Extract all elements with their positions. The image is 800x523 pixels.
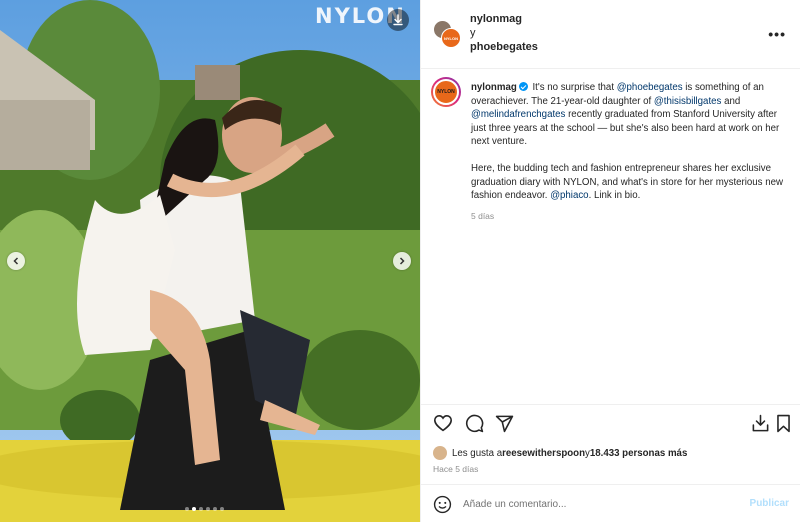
bookmark-button[interactable] [775, 414, 792, 438]
mention-link[interactable]: @phiaco [550, 190, 588, 201]
post-timestamp[interactable]: Hace 5 días [433, 464, 478, 474]
nylon-avatar: NYLON [441, 28, 461, 48]
likes-prefix: Les gusta a [452, 447, 503, 459]
more-options-icon[interactable]: ••• [768, 26, 786, 42]
caption-avatar[interactable]: NYLON [431, 77, 461, 107]
caption-text-segment: It's no surprise that [532, 82, 617, 93]
share-button[interactable] [495, 414, 514, 438]
coauthor-username[interactable]: phoebegates [470, 41, 538, 53]
caption-timestamp[interactable]: 5 días [471, 211, 494, 221]
photo-scene [0, 0, 420, 522]
verified-badge-icon [518, 82, 528, 91]
comment-input[interactable] [463, 495, 733, 513]
emoji-button[interactable] [433, 495, 452, 519]
post-side-panel: NYLON nylonmag y phoebegates ••• NYLON n… [420, 0, 800, 522]
carousel-dot [199, 507, 203, 511]
carousel-dot [206, 507, 210, 511]
like-button[interactable] [433, 414, 453, 437]
comment-bar: Publicar [421, 484, 800, 523]
emoji-icon [433, 495, 452, 514]
carousel-dot [192, 507, 196, 511]
heart-icon [433, 414, 453, 432]
carousel-dot [220, 507, 224, 511]
avatar-logo-text: NYLON [444, 35, 458, 41]
likes-count[interactable]: 18.433 personas más [590, 448, 687, 459]
carousel-next-button[interactable] [393, 252, 411, 270]
caption-area: NYLON nylonmag It's no surprise that @ph… [421, 69, 800, 405]
save-to-device-button[interactable] [751, 414, 770, 438]
post-header: NYLON nylonmag y phoebegates ••• [421, 0, 800, 69]
download-icon[interactable] [387, 9, 409, 31]
caption-text: nylonmag It's no surprise that @phoebega… [471, 81, 791, 216]
carousel-dot [213, 507, 217, 511]
share-icon [495, 415, 514, 433]
nylon-logo: NYLON [433, 79, 459, 105]
comment-icon [465, 414, 484, 433]
likes-summary: Les gusta a reesewitherspoon y 18.433 pe… [433, 446, 687, 460]
chevron-right-icon [399, 257, 405, 265]
collab-connector: y [470, 27, 476, 39]
carousel-prev-button[interactable] [7, 252, 25, 270]
author-username[interactable]: nylonmag [470, 13, 522, 25]
post-photo[interactable]: NYLON [0, 0, 420, 522]
comment-button[interactable] [465, 414, 484, 438]
carousel-indicator [185, 507, 224, 511]
collab-avatars[interactable]: NYLON [433, 20, 461, 48]
likes-user[interactable]: reesewitherspoon [502, 448, 585, 459]
chevron-left-icon [13, 257, 19, 265]
caption-text-segment: and [721, 95, 741, 107]
action-bar [421, 405, 800, 441]
mention-link[interactable]: @phoebegates [617, 82, 683, 93]
save-download-icon [752, 414, 769, 432]
mention-link[interactable]: @melindafrenchgates [471, 109, 565, 120]
publish-button[interactable]: Publicar [750, 498, 789, 509]
carousel-dot [185, 507, 189, 511]
mention-link[interactable]: @thisisbillgates [654, 96, 721, 107]
avatar [433, 446, 447, 460]
bookmark-icon [777, 414, 790, 433]
caption-text-segment: . Link in bio. [588, 190, 641, 202]
caption-username[interactable]: nylonmag [471, 82, 517, 93]
